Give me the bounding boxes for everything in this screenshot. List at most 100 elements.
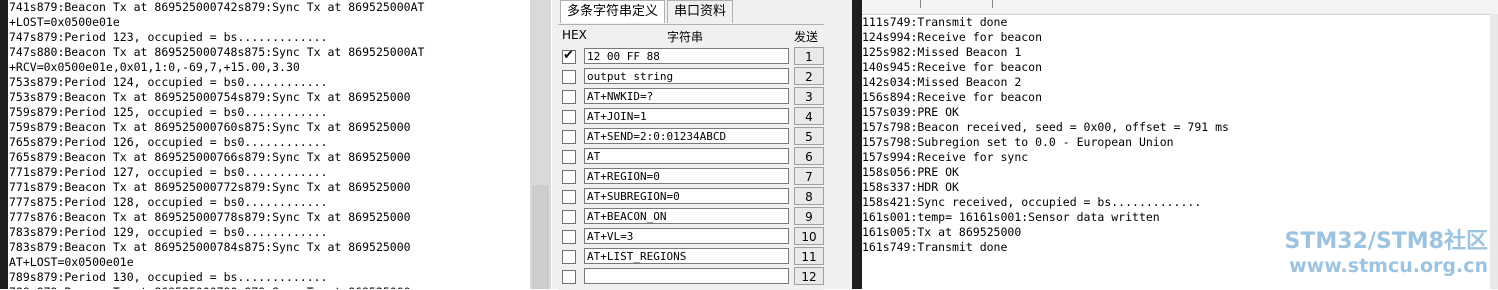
send-column-header: 发送 xyxy=(794,30,819,44)
tab-multi-string[interactable]: 多条字符串定义 xyxy=(560,0,666,23)
watermark-title: STM32/STM8社区 xyxy=(1284,229,1488,254)
hex-checkbox[interactable]: ✔ xyxy=(562,48,576,64)
hex-checkbox[interactable] xyxy=(562,210,576,224)
log-line: 156s894:Receive for beacon xyxy=(862,90,1043,104)
tab-serial-info[interactable]: 串口资料 xyxy=(667,0,734,23)
log-line: 142s034:Missed Beacon 2 xyxy=(862,75,1022,89)
log-scrollbar[interactable] xyxy=(530,0,551,289)
multi-string-panel: 多条字符串定义 串口资料 HEX 字符串 发送 ✔ 12 00 FF 88 1 out… xyxy=(552,0,830,290)
string-row: AT+NWKID=? 3 xyxy=(558,87,824,106)
log-line: 789s879:Period 130, occupied = bs.......… xyxy=(9,270,328,284)
string-input[interactable]: AT+BEACON_ON xyxy=(584,208,789,224)
log-line: 771s879:Beacon Tx at 869525000772s879:Sy… xyxy=(9,180,411,194)
hex-checkbox[interactable] xyxy=(562,170,576,184)
log-line: 747s880:Beacon Tx at 869525000748s875:Sy… xyxy=(9,45,425,59)
log-line: 759s879:Beacon Tx at 869525000760s875:Sy… xyxy=(9,120,411,134)
log-line: 747s879:Period 123, occupied = bs.......… xyxy=(9,30,328,44)
hex-checkbox[interactable] xyxy=(562,90,576,104)
string-input[interactable]: AT+SEND=2:0:01234ABCD xyxy=(584,128,789,144)
string-row: AT+SUBREGION=0 8 xyxy=(558,187,824,206)
string-row: AT 6 xyxy=(558,147,824,166)
string-input[interactable]: AT+LIST_REGIONS xyxy=(584,248,789,264)
log-line: 753s879:Beacon Tx at 869525000754s879:Sy… xyxy=(9,90,411,104)
string-row: AT+SEND=2:0:01234ABCD 5 xyxy=(558,127,824,146)
log-line: 157s994:Receive for sync xyxy=(862,150,1029,164)
log-line: 765s879:Beacon Tx at 869525000766s879:Sy… xyxy=(9,150,411,164)
string-input[interactable]: AT+REGION=0 xyxy=(584,168,789,184)
log-line: 783s879:Beacon Tx at 869525000784s875:Sy… xyxy=(9,240,411,254)
hex-checkbox[interactable] xyxy=(562,110,576,124)
send-button[interactable]: 5 xyxy=(794,127,824,145)
string-column-header: 字符串 xyxy=(667,30,704,44)
pane-divider[interactable] xyxy=(830,0,862,289)
log-line: 140s945:Receive for beacon xyxy=(862,60,1043,74)
send-button[interactable]: 10 xyxy=(794,227,824,245)
log-line: +RCV=0x0500e01e,0x01,1:0,-69,7,+15.00,3.… xyxy=(9,60,300,74)
log-line: 125s982:Missed Beacon 1 xyxy=(862,45,1022,59)
send-button[interactable]: 8 xyxy=(794,187,824,205)
send-button[interactable]: 6 xyxy=(794,147,824,165)
log-line: 158s337:HDR OK xyxy=(862,180,959,194)
log-line: 157s798:Beacon received, seed = 0x00, of… xyxy=(862,120,1229,134)
string-input[interactable]: AT+JOIN=1 xyxy=(584,108,789,124)
hex-checkbox[interactable] xyxy=(562,270,576,284)
window-edge xyxy=(0,0,8,289)
log-line: 777s876:Beacon Tx at 869525000778s879:Sy… xyxy=(9,210,411,224)
string-input[interactable]: output string xyxy=(584,68,789,84)
terminal-toolbar xyxy=(862,0,1498,15)
log-line: 741s879:Beacon Tx at 869525000742s879:Sy… xyxy=(9,0,425,14)
hex-column-header: HEX xyxy=(562,28,587,42)
log-line: 771s879:Period 127, occupied = bs0......… xyxy=(9,165,328,179)
string-table: HEX 字符串 发送 ✔ 12 00 FF 88 1 output string 2 AT… xyxy=(558,24,824,290)
log-line: AT+LOST=0x0500e01e xyxy=(9,255,134,269)
hex-checkbox[interactable] xyxy=(562,230,576,244)
send-button[interactable]: 11 xyxy=(794,247,824,265)
send-button[interactable]: 3 xyxy=(794,87,824,105)
string-row: AT+JOIN=1 4 xyxy=(558,107,824,126)
scrollbar-thumb[interactable] xyxy=(532,185,549,289)
log-line: 157s039:PRE OK xyxy=(862,105,959,119)
watermark-url: www.stmcu.org.cn xyxy=(1289,255,1488,277)
string-row: AT+REGION=0 7 xyxy=(558,167,824,186)
string-input[interactable]: AT+NWKID=? xyxy=(584,88,789,104)
string-row: ✔ 12 00 FF 88 1 xyxy=(558,47,824,66)
site-watermark: STM32/STM8社区 www.stmcu.org.cn xyxy=(1285,229,1488,277)
log-line: 783s879:Period 129, occupied = bs0......… xyxy=(9,225,328,239)
string-input[interactable]: AT xyxy=(584,148,789,164)
log-line: 789s879:Beacon Tx at 869525000790s879:Sy… xyxy=(9,285,542,289)
send-button[interactable]: 9 xyxy=(794,207,824,225)
serial-log-left[interactable]: 741s879:Beacon Tx at 869525000742s879:Sy… xyxy=(9,0,542,289)
send-button[interactable]: 7 xyxy=(794,167,824,185)
log-line: 111s749:Transmit done xyxy=(862,15,1008,29)
send-button[interactable]: 12 xyxy=(794,267,824,285)
send-button[interactable]: 2 xyxy=(794,67,824,85)
hex-checkbox[interactable] xyxy=(562,130,576,144)
hex-checkbox[interactable] xyxy=(562,190,576,204)
log-line: 759s879:Period 125, occupied = bs0......… xyxy=(9,105,328,119)
right-log-scrollbar[interactable] xyxy=(1490,14,1498,289)
hex-checkbox[interactable] xyxy=(562,250,576,264)
log-line: 158s056:PRE OK xyxy=(862,165,959,179)
log-line: 161s001:temp= 16161s001:Sensor data writ… xyxy=(862,210,1160,224)
hex-checkbox[interactable] xyxy=(562,150,576,164)
string-row: 12 xyxy=(558,267,824,286)
log-line: 157s798:Subregion set to 0.0 - European … xyxy=(862,135,1174,149)
panel-tabs: 多条字符串定义 串口资料 xyxy=(560,0,735,24)
log-line: 158s421:Sync received, occupied = bs....… xyxy=(862,195,1202,209)
string-input[interactable]: AT+VL=3 xyxy=(584,228,789,244)
send-button[interactable]: 1 xyxy=(794,47,824,65)
hex-checkbox[interactable] xyxy=(562,70,576,84)
string-row: output string 2 xyxy=(558,67,824,86)
string-row: AT+LIST_REGIONS 11 xyxy=(558,247,824,266)
string-input[interactable]: 12 00 FF 88 xyxy=(584,48,789,64)
log-line: 124s994:Receive for beacon xyxy=(862,30,1043,44)
log-line: +LOST=0x0500e01e xyxy=(9,15,120,29)
send-button[interactable]: 4 xyxy=(794,107,824,125)
log-line: 753s879:Period 124, occupied = bs0......… xyxy=(9,75,328,89)
string-row: AT+BEACON_ON 9 xyxy=(558,207,824,226)
string-input[interactable]: AT+SUBREGION=0 xyxy=(584,188,789,204)
check-icon: ✔ xyxy=(563,48,574,63)
string-input[interactable] xyxy=(584,268,789,284)
log-line: 777s875:Period 128, occupied = bs0......… xyxy=(9,195,328,209)
log-line: 765s879:Period 126, occupied = bs0......… xyxy=(9,135,328,149)
